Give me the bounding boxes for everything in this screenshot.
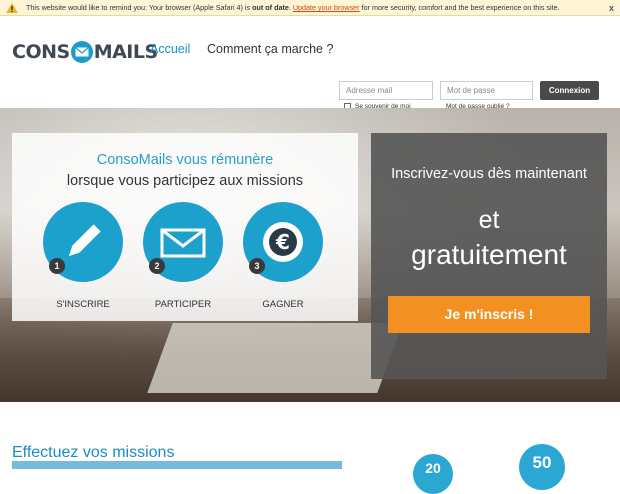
badge-50: 50 bbox=[519, 444, 565, 490]
warning-icon bbox=[6, 3, 18, 13]
missions-heading: Effectuez vos missions bbox=[12, 444, 175, 461]
step-number: 1 bbox=[49, 258, 65, 274]
step-gagner: € 3 bbox=[243, 202, 323, 282]
svg-text:€: € bbox=[275, 230, 290, 254]
missions-subheading bbox=[12, 461, 342, 469]
step-number: 2 bbox=[149, 258, 165, 274]
how-it-works-panel: ConsoMails vous rémunère lorsque vous pa… bbox=[12, 133, 358, 321]
password-field[interactable]: Mot de passe bbox=[440, 81, 533, 100]
step-participer: 2 bbox=[143, 202, 223, 282]
pencil-icon bbox=[68, 224, 101, 257]
step-label: S'INSCRIRE bbox=[56, 299, 110, 310]
browser-update-notice: This website would like to remind you: Y… bbox=[0, 0, 620, 16]
site-header: CONS MAILS Accueil Comment ça marche ? A… bbox=[0, 16, 620, 110]
signup-panel: Inscrivez-vous dès maintenant et gratuit… bbox=[371, 133, 607, 379]
update-browser-link[interactable]: Update your browser bbox=[293, 3, 360, 12]
notice-text: This website would like to remind you: Y… bbox=[26, 3, 560, 12]
badge-20: 20 bbox=[413, 454, 453, 494]
signup-button[interactable]: Je m'inscris ! bbox=[388, 296, 590, 333]
panel-title: ConsoMails vous rémunère bbox=[96, 152, 274, 168]
step-label: PARTICIPER bbox=[154, 299, 212, 310]
envelope-logo-icon bbox=[70, 41, 93, 63]
panel-subtitle: lorsque vous participez aux missions bbox=[66, 173, 304, 189]
step-sinscrire: 1 bbox=[43, 202, 123, 282]
close-icon[interactable]: x bbox=[609, 0, 614, 16]
login-button[interactable]: Connexion bbox=[540, 81, 599, 100]
missions-section: Effectuez vos missions 20 50 bbox=[0, 402, 620, 494]
signup-line3: gratuitement bbox=[411, 239, 567, 270]
euro-icon: € bbox=[263, 222, 303, 262]
signup-line1: Inscrivez-vous dès maintenant bbox=[391, 166, 587, 182]
hero-rug bbox=[147, 323, 403, 393]
nav-comment-ca-marche[interactable]: Comment ça marche ? bbox=[207, 42, 333, 56]
email-field[interactable]: Adresse mail bbox=[339, 81, 433, 100]
step-label: GAGNER bbox=[262, 299, 304, 310]
logo[interactable]: CONS MAILS bbox=[12, 41, 158, 63]
nav-accueil[interactable]: Accueil bbox=[150, 42, 190, 56]
signup-line2: et bbox=[478, 206, 500, 234]
step-number: 3 bbox=[249, 258, 265, 274]
envelope-icon bbox=[160, 228, 206, 258]
hero-banner: ConsoMails vous rémunère lorsque vous pa… bbox=[0, 108, 620, 402]
